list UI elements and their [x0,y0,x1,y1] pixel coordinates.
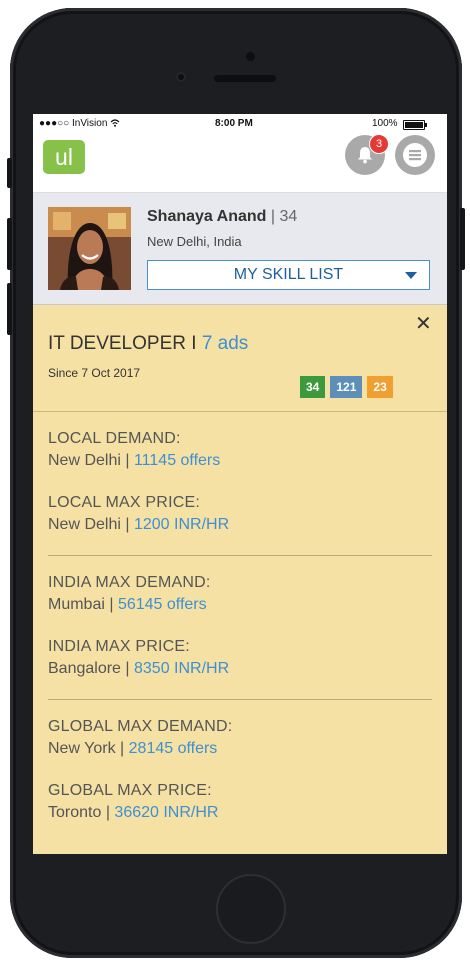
global-demand-value: New York | 28145 offers [48,740,218,757]
profile-card: Shanaya Anand | 34 New Delhi, India MY S… [33,193,447,305]
power-button [460,208,465,270]
india-price-link[interactable]: 8350 INR/HR [134,660,229,677]
section-divider [33,411,447,412]
india-demand-label: INDIA MAX DEMAND: [48,574,211,591]
name-separator: | [266,208,280,225]
volume-down-button [7,283,12,335]
local-demand-section: LOCAL DEMAND: New Delhi | 11145 offers [48,430,435,470]
local-price-label: LOCAL MAX PRICE: [48,494,200,511]
earpiece-speaker [214,75,276,82]
mute-switch [7,158,12,188]
wifi-icon [110,119,120,127]
job-title: IT DEVELOPER [48,333,186,354]
job-header: ✕ IT DEVELOPER I 7 ads Since 7 Oct 2017 … [33,305,447,411]
job-title-line: IT DEVELOPER I 7 ads [48,333,248,355]
local-price-link[interactable]: 1200 INR/HR [134,516,229,533]
battery-icon [403,120,427,130]
divider [48,699,432,700]
skill-list-dropdown[interactable]: MY SKILL LIST [147,260,430,290]
global-price-section: GLOBAL MAX PRICE: Toronto | 36620 INR/HR [48,782,435,822]
volume-up-button [7,218,12,270]
profile-age: 34 [279,208,298,225]
india-price-label: INDIA MAX PRICE: [48,638,190,655]
close-button[interactable]: ✕ [415,311,432,336]
india-demand-value: Mumbai | 56145 offers [48,596,207,613]
proximity-sensor [176,72,186,82]
avatar-photo-icon [48,207,131,290]
title-separator: I [185,333,202,354]
profile-location: New Delhi, India [147,234,242,249]
global-demand-offers-link[interactable]: 28145 offers [129,740,218,757]
battery-percent: 100% [372,118,398,129]
india-price-value: Bangalore | 8350 INR/HR [48,660,230,677]
status-bar: ●●●○○ InVision 8:00 PM 100% [33,114,447,134]
count-badge-blue: 121 [330,376,363,398]
profile-name-line: Shanaya Anand | 34 [147,208,297,226]
menu-button[interactable] [395,135,435,175]
count-badges: 34 121 23 [300,376,393,398]
since-date: Since 7 Oct 2017 [48,366,141,380]
app-screen: ●●●○○ InVision 8:00 PM 100% ul 3 Shanaya… [33,114,447,854]
front-camera [246,52,255,61]
hamburger-menu-icon [403,143,427,167]
skill-list-label: MY SKILL LIST [233,266,344,283]
count-badge-orange: 23 [367,376,393,398]
global-price-link[interactable]: 36620 INR/HR [114,804,218,821]
carrier-label: ●●●○○ InVision [39,118,120,129]
local-demand-value: New Delhi | 11145 offers [48,452,221,469]
global-demand-section: GLOBAL MAX DEMAND: New York | 28145 offe… [48,718,435,758]
global-demand-label: GLOBAL MAX DEMAND: [48,718,233,735]
global-price-value: Toronto | 36620 INR/HR [48,804,219,821]
ads-link[interactable]: 7 ads [202,333,248,354]
app-logo[interactable]: ul [43,140,85,174]
global-price-label: GLOBAL MAX PRICE: [48,782,212,799]
local-demand-offers-link[interactable]: 11145 offers [134,452,220,469]
local-demand-label: LOCAL DEMAND: [48,430,181,447]
local-price-section: LOCAL MAX PRICE: New Delhi | 1200 INR/HR [48,494,435,534]
close-icon: ✕ [415,313,432,335]
india-demand-offers-link[interactable]: 56145 offers [118,596,207,613]
local-price-value: New Delhi | 1200 INR/HR [48,516,230,533]
india-demand-section: INDIA MAX DEMAND: Mumbai | 56145 offers [48,574,435,614]
divider [48,555,432,556]
profile-avatar[interactable] [48,207,131,290]
app-header: ul 3 [33,134,447,193]
count-badge-green: 34 [300,376,326,398]
status-time: 8:00 PM [215,118,253,129]
profile-name: Shanaya Anand [147,208,267,225]
chevron-down-icon [405,272,417,279]
home-button[interactable] [216,874,286,944]
india-price-section: INDIA MAX PRICE: Bangalore | 8350 INR/HR [48,638,435,678]
notification-badge: 3 [369,134,389,154]
